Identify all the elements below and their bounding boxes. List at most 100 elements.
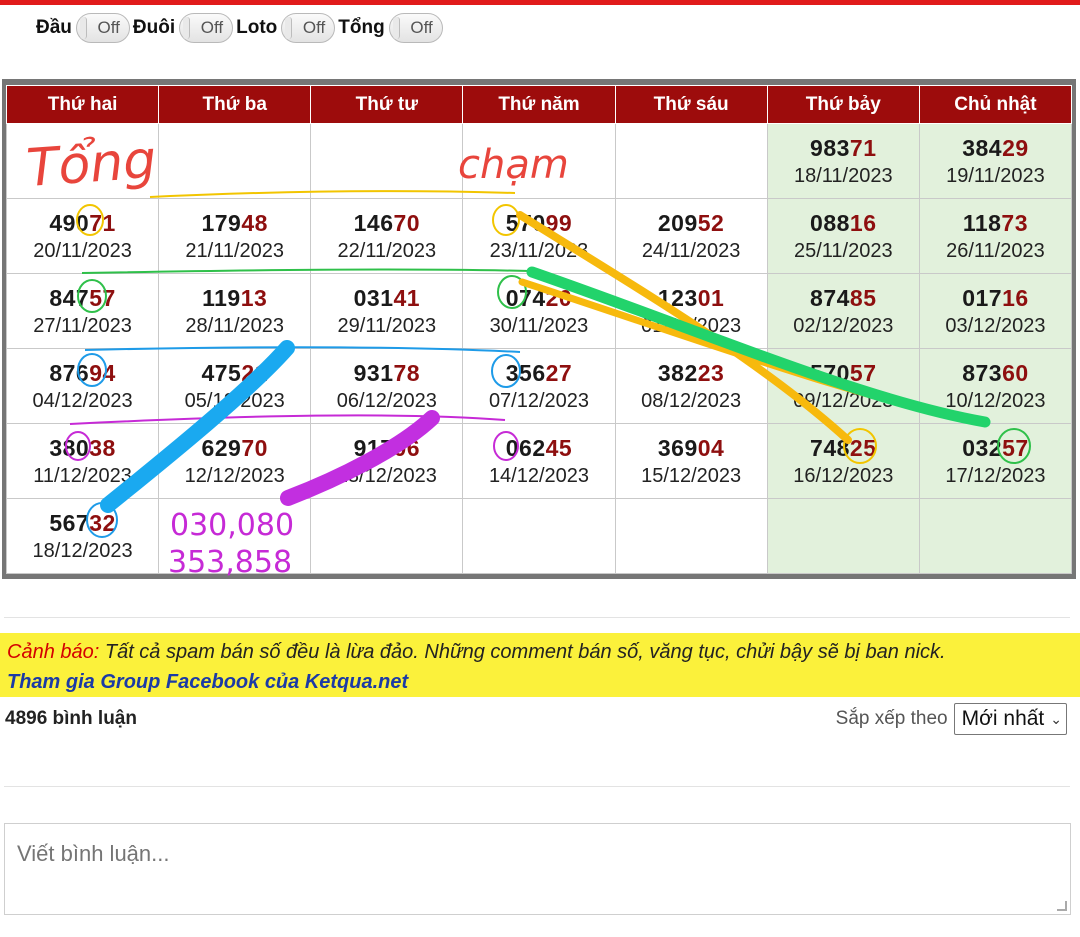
result-number-tail: 70 [393,210,421,236]
result-number-head: 123 [657,285,698,311]
calendar-week-row: 49071 20/11/2023 17948 21/11/2023 14670 22/11… [5,198,1073,274]
result-number: 91706 [311,433,462,463]
calendar-week-row: 87694 04/12/2023 47521 05/12/2023 93178 06/12… [5,348,1073,424]
result-number-head: 931 [353,360,394,386]
result-number-head: 629 [201,435,242,461]
result-number: 62970 [159,433,310,463]
result-date: 18/12/2023 [32,540,133,562]
result-number: 35627 [463,358,614,388]
header-wednesday: Thứ tư [310,85,464,124]
result-number-head: 847 [49,285,90,311]
result-date: 18/11/2023 [793,165,893,187]
result-number-head: 179 [201,210,242,236]
result-number-head: 062 [505,435,546,461]
result-number-tail: 23 [697,360,725,386]
result-number-tail: 01 [697,285,725,311]
calendar-week-row: 84757 27/11/2023 11913 28/11/2023 03141 29/11… [5,273,1073,349]
toggle-tong[interactable]: Off [388,13,443,43]
result-number: 14670 [311,208,462,238]
result-number: 93178 [311,358,462,388]
calendar-day-cell: 62970 12/12/2023 [158,423,312,499]
result-number: 57099 [463,208,614,238]
result-number-head: 567 [49,510,90,536]
result-number-head: 119 [202,285,241,311]
calendar-day-cell: 57057 09/12/2023 [766,348,920,424]
header-thursday: Thứ năm [462,85,616,124]
calendar-empty-cell [614,123,768,199]
result-number: 20952 [616,208,767,238]
calendar-empty-cell [462,498,616,574]
facebook-group-link[interactable]: Tham gia Group Facebook của Ketqua.net [7,667,1073,697]
header-sunday: Chủ nhật [918,85,1073,124]
result-date: 04/12/2023 [32,390,133,412]
result-number-head: 017 [962,285,1003,311]
calendar-day-cell: 03257 17/12/2023 [918,423,1073,499]
result-number-tail: 29 [1002,135,1029,161]
sort-select[interactable]: Mới nhất ⌄ [953,703,1067,735]
result-number-tail: 78 [393,360,421,386]
result-number-head: 748 [810,435,850,461]
result-date: 05/12/2023 [184,390,285,412]
result-number-head: 874 [810,285,850,311]
result-number: 56732 [7,508,158,538]
result-number: 38429 [920,133,1071,163]
result-number-head: 983 [810,135,850,161]
result-number-head: 380 [49,435,90,461]
toggle-loto[interactable]: Off [281,13,336,43]
result-date: 08/12/2023 [641,390,742,412]
warning-text: Tất cả spam bán số đều là lừa đảo. Những… [99,641,946,663]
result-number: 03141 [311,283,462,313]
calendar-empty-cell [310,123,464,199]
calendar-day-cell: 14670 22/11/2023 [310,198,464,274]
header-friday: Thứ sáu [614,85,768,124]
calendar-day-cell: 17948 21/11/2023 [158,198,312,274]
toggle-dau[interactable]: Off [75,13,130,43]
calendar-body: 98371 18/11/2023 38429 19/11/2023 49071 20/11… [5,123,1073,574]
toggle-label-loto: Loto [236,17,278,38]
resize-handle-icon[interactable] [1057,901,1067,911]
result-number-tail: 70 [241,435,268,461]
result-number-head: 570 [505,210,546,236]
result-number-head: 032 [962,435,1003,461]
result-number-tail: 57 [1002,435,1029,461]
result-number-head: 118 [962,210,1002,236]
result-date: 19/11/2023 [946,165,1045,187]
calendar-day-cell: 08816 25/11/2023 [766,198,920,274]
calendar-day-cell: 74825 16/12/2023 [766,423,920,499]
result-number: 87360 [920,358,1071,388]
calendar-empty-cell [158,498,312,574]
result-number-head: 384 [962,135,1003,161]
result-date: 28/11/2023 [185,315,285,337]
divider [4,617,1070,618]
result-number-tail: 32 [89,510,116,536]
result-number-tail: 06 [393,435,421,461]
top-accent-bar [0,0,1080,5]
calendar-empty-cell [158,123,312,199]
result-number-tail: 94 [89,360,116,386]
result-number-tail: 16 [849,210,877,236]
results-calendar: Thứ hai Thứ ba Thứ tư Thứ năm Thứ sáu Th… [2,79,1076,579]
result-number-head: 876 [49,360,90,386]
result-number-head: 917 [353,435,394,461]
result-number: 98371 [768,133,919,163]
page: Đầu Off Đuôi Off Loto Off Tổng Off Thứ h… [0,0,1080,937]
toggle-duoi[interactable]: Off [179,13,234,43]
result-date: 03/12/2023 [945,315,1046,337]
calendar-empty-cell [5,123,160,199]
calendar-empty-cell [310,498,464,574]
filter-toggles: Đầu Off Đuôi Off Loto Off Tổng Off [36,12,446,44]
result-date: 24/11/2023 [641,240,741,262]
calendar-day-cell: 57099 23/11/2023 [462,198,616,274]
result-number-head: 074 [505,285,546,311]
calendar-day-cell: 06245 14/12/2023 [462,423,616,499]
calendar-day-cell: 01716 03/12/2023 [918,273,1073,349]
calendar-day-cell: 36904 15/12/2023 [614,423,768,499]
result-number-tail: 27 [545,360,573,386]
result-number-head: 146 [353,210,394,236]
result-number-tail: 57 [849,360,877,386]
calendar-day-cell: 38429 19/11/2023 [918,123,1073,199]
result-number-head: 873 [962,360,1003,386]
toggle-label-tong: Tổng [338,17,385,38]
result-number-head: 382 [657,360,698,386]
comment-input[interactable]: Viết bình luận... [4,823,1071,915]
